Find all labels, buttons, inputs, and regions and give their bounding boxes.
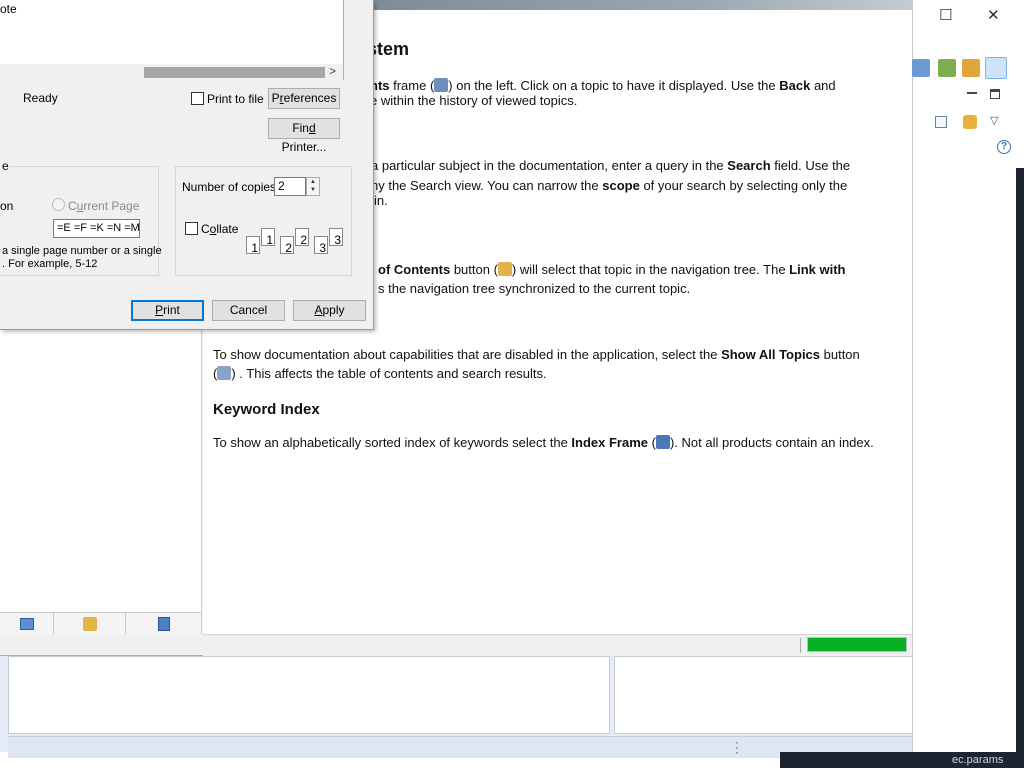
contents-frame-icon	[434, 78, 449, 92]
stepper-down-icon[interactable]: ▼	[307, 186, 319, 194]
scroll-right-icon[interactable]: >	[329, 64, 336, 78]
ide-dark-strip	[1016, 168, 1024, 768]
stepper-up-icon[interactable]: ▲	[307, 178, 319, 186]
resource-perspective-icon[interactable]	[962, 59, 980, 77]
search-paragraph: a particular subject in the documentatio…	[371, 158, 851, 173]
ide-editor-panel[interactable]	[8, 656, 610, 734]
collate-label: Collate	[201, 222, 239, 236]
index-paragraph: To show an alphabetically sorted index o…	[213, 435, 874, 450]
apply-button[interactable]: Apply	[293, 300, 366, 321]
status-separator	[800, 638, 801, 653]
ide-bottom-label: ec.params	[952, 754, 1004, 766]
sync-paragraph: of Contents button () will select that t…	[378, 262, 846, 277]
scope-paragraph-end: in.	[374, 193, 388, 208]
collate-page-icon: 2	[295, 228, 309, 247]
print-to-file-label: Print to file	[207, 92, 264, 106]
collate-page-icon: 1	[261, 228, 275, 247]
capabilities-paragraph: To show documentation about capabilities…	[213, 347, 860, 362]
copies-input[interactable]: 2	[274, 177, 306, 196]
tab-search[interactable]	[54, 613, 126, 634]
current-page-radio[interactable]	[52, 198, 65, 211]
pages-input[interactable]: =E =F =K =N =M	[53, 219, 140, 238]
sync-paragraph-end: s the navigation tree synchronized to th…	[378, 281, 691, 296]
index-frame-icon	[655, 435, 670, 449]
print-dialog: ote > Ready Print to file Preferences Fi…	[0, 0, 374, 330]
progress-fill	[808, 638, 906, 651]
horizontal-scrollbar[interactable]: >	[0, 64, 343, 80]
show-all-topics-icon	[217, 366, 232, 380]
drag-handle-icon[interactable]: ⋮	[730, 739, 744, 756]
collate-page-icon: 3	[314, 236, 328, 255]
ide-bottom-dark-strip: ec.params	[780, 752, 1024, 768]
collate-page-icon: 2	[280, 236, 294, 255]
scope-paragraph: ny the Search view. You can narrow the s…	[371, 178, 848, 193]
printer-list-item[interactable]: ote	[0, 2, 17, 16]
progress-bar	[807, 637, 907, 652]
current-page-label: Current Page	[68, 199, 140, 213]
collapse-all-icon[interactable]	[935, 116, 947, 128]
find-printer-button[interactable]: Find Printer...	[268, 118, 340, 154]
link-editor-icon[interactable]	[963, 115, 977, 129]
maximize-button[interactable]: ☐	[939, 6, 952, 24]
navigation-tabs	[0, 612, 201, 634]
preferences-button[interactable]: Preferences	[268, 88, 340, 109]
active-perspective-icon[interactable]	[985, 57, 1007, 79]
cancel-button[interactable]: Cancel	[212, 300, 285, 321]
print-button[interactable]: Print	[131, 300, 204, 321]
bookmarks-icon	[157, 616, 170, 631]
pages-hint-line2: . For example, 5-12	[2, 258, 98, 270]
keyword-index-heading: Keyword Index	[213, 401, 320, 418]
help-banner	[372, 0, 912, 10]
pages-hint-line1: a single page number or a single	[2, 245, 162, 257]
copies-label: Number of copies:	[182, 180, 280, 194]
page-range-group-label: e	[0, 159, 11, 173]
tab-bookmarks[interactable]	[126, 613, 201, 634]
minimize-view-icon[interactable]	[967, 92, 977, 94]
view-menu-icon[interactable]: ▽	[990, 114, 998, 127]
collate-checkbox[interactable]	[185, 222, 198, 235]
history-paragraph: e within the history of viewed topics.	[370, 93, 578, 108]
tab-contents[interactable]	[0, 613, 54, 634]
printer-status-value: Ready	[23, 91, 58, 105]
contents-icon	[19, 617, 34, 630]
capabilities-paragraph-end: () . This affects the table of contents …	[213, 366, 547, 381]
maximize-view-icon[interactable]	[990, 89, 1000, 99]
ide-right-area: ☐ ✕ ▽ ?	[912, 0, 1024, 768]
print-to-file-checkbox[interactable]	[191, 92, 204, 105]
ide-toolbar	[912, 56, 1024, 80]
help-icon[interactable]: ?	[997, 140, 1011, 154]
help-status-bar	[203, 634, 912, 656]
scrollbar-thumb[interactable]	[144, 67, 325, 78]
close-button[interactable]: ✕	[987, 6, 1000, 24]
selection-radio-label: on	[0, 199, 14, 213]
java-perspective-icon[interactable]	[938, 59, 956, 77]
collate-page-icon: 1	[246, 236, 260, 255]
collate-page-icon: 3	[329, 228, 343, 247]
printer-list[interactable]: ote >	[0, 0, 344, 80]
show-in-toc-icon	[497, 262, 512, 276]
open-perspective-icon[interactable]	[912, 59, 930, 77]
search-results-icon	[82, 616, 97, 631]
copies-stepper[interactable]: ▲ ▼	[306, 177, 320, 196]
